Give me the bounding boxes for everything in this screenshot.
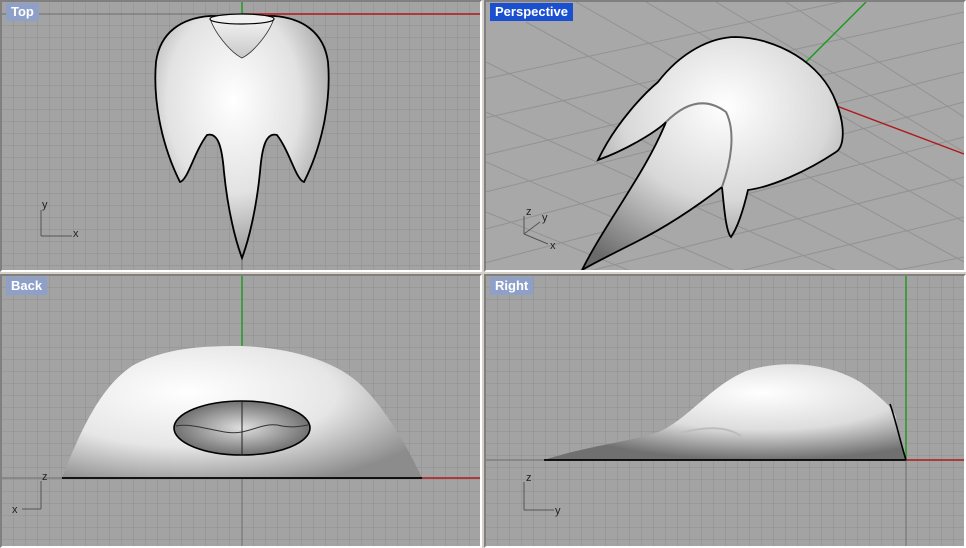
svg-text:x: x [73, 228, 79, 240]
viewport-back[interactable]: Back z x [0, 274, 482, 548]
viewport-right[interactable]: Right z y [484, 274, 966, 548]
viewport-perspective[interactable]: Perspective z y x [484, 0, 966, 272]
perspective-canvas[interactable]: z y x [486, 2, 964, 270]
svg-text:z: z [42, 471, 48, 483]
svg-text:y: y [42, 199, 48, 211]
viewport-title-top[interactable]: Top [6, 3, 39, 21]
viewport-title-right[interactable]: Right [490, 277, 534, 295]
back-canvas[interactable]: z x [2, 276, 480, 546]
svg-text:y: y [555, 505, 561, 517]
svg-text:x: x [12, 504, 18, 516]
svg-text:z: z [526, 472, 532, 484]
svg-text:z: z [526, 206, 532, 218]
viewport-title-back[interactable]: Back [6, 277, 48, 295]
svg-text:y: y [542, 212, 548, 224]
top-canvas[interactable]: y x [2, 2, 480, 270]
viewport-top[interactable]: Top y x [0, 0, 482, 272]
svg-text:x: x [550, 240, 556, 252]
viewport-title-perspective[interactable]: Perspective [490, 3, 573, 21]
right-canvas[interactable]: z y [486, 276, 964, 546]
